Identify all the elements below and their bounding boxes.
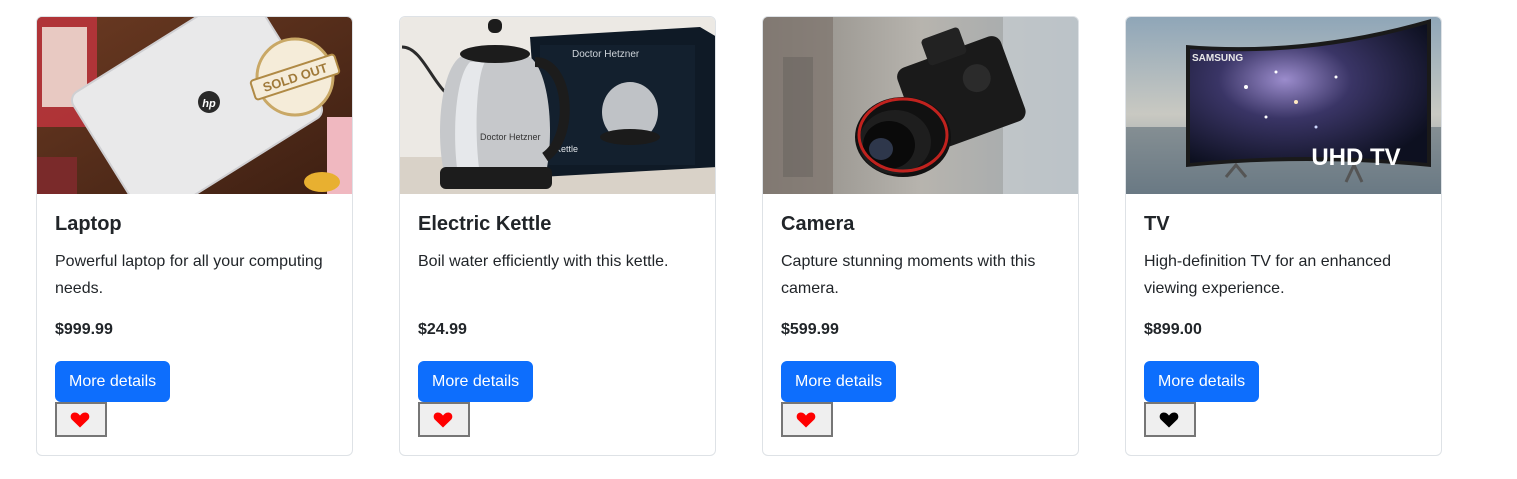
product-price: $999.99	[55, 321, 113, 338]
heart-icon	[796, 412, 816, 428]
more-details-button[interactable]: More details	[55, 361, 171, 402]
product-price: $599.99	[781, 321, 839, 338]
product-description: Boil water efficiently with this kettle.	[418, 253, 669, 270]
heart-icon	[433, 412, 453, 428]
more-details-button[interactable]: More details	[1144, 361, 1260, 402]
favorite-button[interactable]	[55, 402, 107, 437]
product-image	[763, 17, 1078, 194]
svg-text:Doctor Hetzner: Doctor Hetzner	[572, 49, 640, 60]
svg-text:Doctor Hetzner: Doctor Hetzner	[480, 132, 541, 142]
product-image: Doctor Hetzner Kettle Doctor Hetzner	[400, 17, 715, 194]
product-title: Camera	[781, 213, 855, 235]
product-grid: hp SOLD OUT Laptop Powerful laptop for a…	[0, 0, 1517, 479]
svg-text:hp: hp	[202, 98, 216, 110]
product-card: hp SOLD OUT Laptop Powerful laptop for a…	[36, 16, 353, 456]
product-description: Capture stunning moments with this camer…	[781, 253, 1036, 297]
product-description: High-definition TV for an enhanced viewi…	[1144, 253, 1391, 297]
product-card: Camera Capture stunning moments with thi…	[762, 16, 1079, 456]
product-card: SAMSUNG UHD TV TV High-definition TV for…	[1125, 16, 1442, 456]
product-image: hp SOLD OUT	[37, 17, 352, 194]
product-title: Laptop	[55, 213, 122, 235]
heart-icon	[70, 412, 90, 428]
product-image: SAMSUNG UHD TV	[1126, 17, 1441, 194]
favorite-button[interactable]	[418, 402, 470, 437]
product-title: Electric Kettle	[418, 213, 552, 235]
more-details-button[interactable]: More details	[781, 361, 897, 402]
more-details-button[interactable]: More details	[418, 361, 534, 402]
product-description: Powerful laptop for all your computing n…	[55, 253, 323, 297]
product-price: $899.00	[1144, 321, 1202, 338]
product-card: Doctor Hetzner Kettle Doctor Hetzner Ele…	[399, 16, 716, 456]
svg-text:UHD TV: UHD TV	[1311, 144, 1400, 171]
product-price: $24.99	[418, 321, 467, 338]
product-title: TV	[1144, 213, 1170, 235]
favorite-button[interactable]	[1144, 402, 1196, 437]
favorite-button[interactable]	[781, 402, 833, 437]
svg-text:SAMSUNG: SAMSUNG	[1192, 53, 1243, 64]
heart-icon	[1159, 412, 1179, 428]
